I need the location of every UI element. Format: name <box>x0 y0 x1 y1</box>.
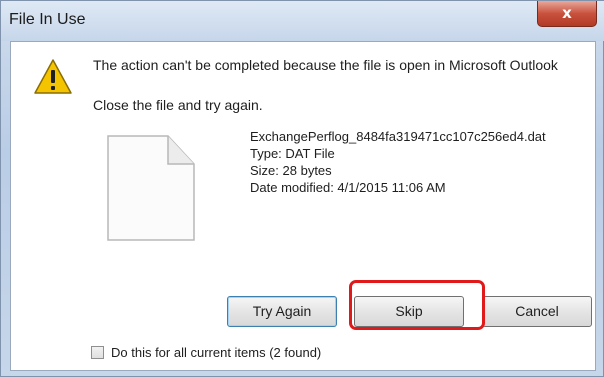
close-button[interactable]: x <box>537 1 597 27</box>
warning-icon <box>34 59 72 94</box>
file-name: ExchangePerflog_8484fa319471cc107c256ed4… <box>250 129 546 144</box>
window-title: File In Use <box>9 11 86 28</box>
dialog-window: File In Use x The action can't be comple… <box>0 0 604 377</box>
file-details: ExchangePerflog_8484fa319471cc107c256ed4… <box>250 128 546 196</box>
try-again-button[interactable]: Try Again <box>227 296 337 327</box>
apply-all-checkbox[interactable] <box>91 346 104 359</box>
file-size: Size: 28 bytes <box>250 163 332 178</box>
close-icon: x <box>562 4 572 22</box>
file-type: Type: DAT File <box>250 146 335 161</box>
file-date-modified: Date modified: 4/1/2015 11:06 AM <box>250 180 446 195</box>
dialog-content: The action can't be completed because th… <box>10 41 596 371</box>
instruction-text: Close the file and try again. <box>93 97 263 113</box>
cancel-button[interactable]: Cancel <box>482 296 592 327</box>
apply-all-label[interactable]: Do this for all current items (2 found) <box>111 345 321 360</box>
title-bar[interactable]: File In Use x <box>1 1 604 41</box>
file-icon <box>107 135 195 241</box>
error-message: The action can't be completed because th… <box>93 57 558 73</box>
skip-highlight-box <box>349 280 485 330</box>
